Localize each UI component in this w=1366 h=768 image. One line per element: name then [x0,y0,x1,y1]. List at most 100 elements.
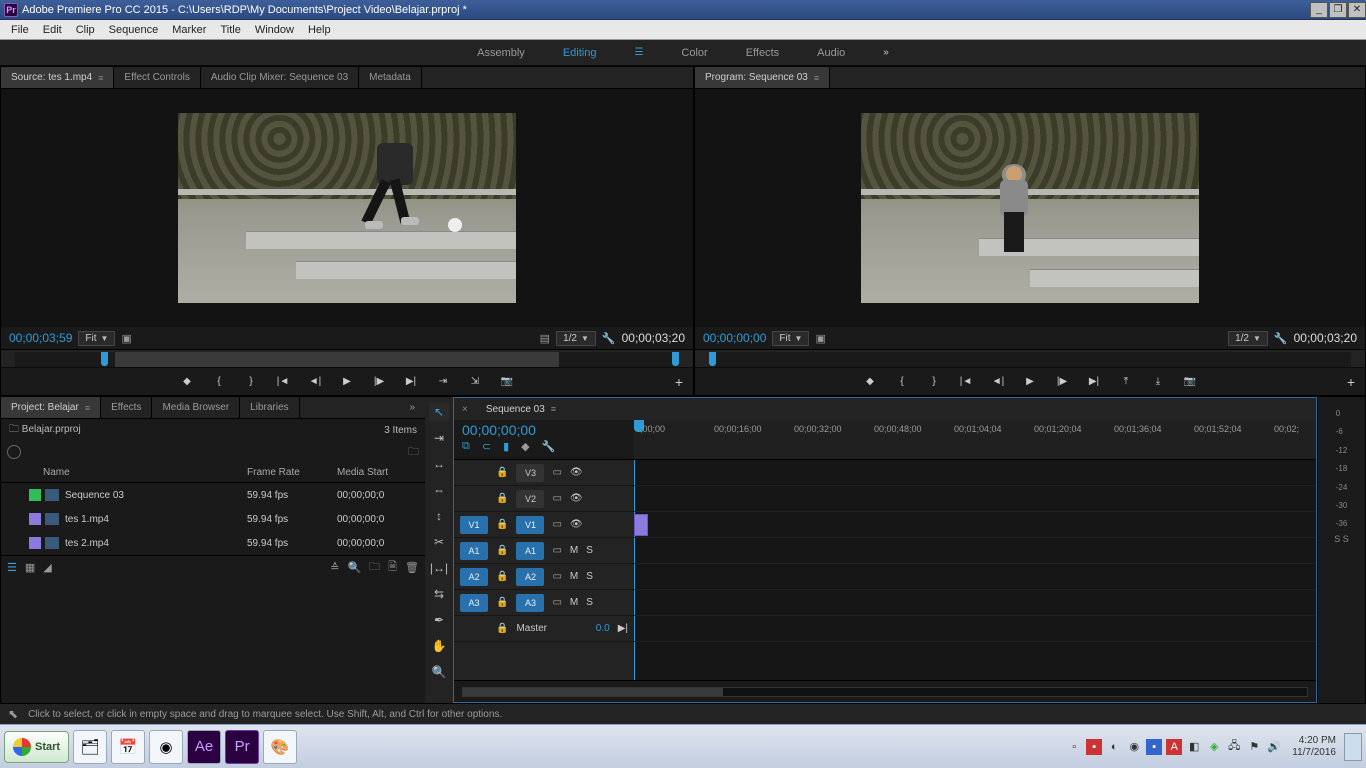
play-button[interactable]: ▶ [338,374,356,390]
go-in-button[interactable]: |◄ [274,374,292,390]
track-v1[interactable]: V1 🔒 V1 ▭ 👁 [454,512,634,538]
export-frame-button[interactable]: 📷 [1181,374,1199,390]
workspace-menu-icon[interactable]: ☰ [632,43,645,62]
workspace-color[interactable]: Color [679,43,709,63]
sync-lock-icon[interactable]: ▭ [552,545,561,556]
mark-in-button[interactable]: { [210,374,228,390]
panel-menu-icon[interactable]: ≡ [98,73,103,83]
output-icon[interactable]: ▤ [540,332,550,345]
project-row[interactable]: Sequence 03 59.94 fps 00;00;00;0 [1,483,425,507]
mute-button[interactable]: M [570,571,578,582]
source-res-select[interactable]: 1/2▼ [556,331,596,346]
source-patch[interactable]: A1 [460,542,488,560]
workspace-effects[interactable]: Effects [744,43,781,63]
taskbar-paint-icon[interactable]: 🎨 [263,730,297,764]
track-a3[interactable]: A3🔒A3▭MS [454,590,634,616]
track-v3[interactable]: 🔒V3▭👁 [454,460,634,486]
start-button[interactable]: Start [4,731,69,763]
track-label[interactable]: A1 [516,542,544,560]
marker-icon[interactable]: ◆ [521,440,529,453]
eye-icon[interactable]: 👁 [570,519,583,530]
tab-metadata[interactable]: Metadata [359,67,422,88]
razor-tool[interactable]: ✂ [429,533,449,551]
new-bin-icon[interactable]: 🗀 [369,558,380,577]
settings-icon[interactable]: 🔧 [602,332,616,345]
tab-sequence[interactable]: Sequence 03≡ [476,398,566,420]
settings-icon[interactable]: 🔧 [1274,332,1288,345]
sync-lock-icon[interactable]: ▭ [552,493,561,504]
export-frame-button[interactable]: 📷 [498,374,516,390]
sync-lock-icon[interactable]: ▭ [552,571,561,582]
program-res-select[interactable]: 1/2▼ [1228,331,1268,346]
tab-audio-mixer[interactable]: Audio Clip Mixer: Sequence 03 [201,67,359,88]
solo-button[interactable]: S [586,597,593,608]
button-editor-icon[interactable]: + [1347,374,1355,390]
icon-view-icon[interactable]: ▦ [25,561,35,574]
delete-icon[interactable]: 🗑 [405,561,419,574]
tab-source[interactable]: Source: tes 1.mp4≡ [1,67,114,88]
lift-button[interactable]: ⤒ [1117,374,1135,390]
menu-marker[interactable]: Marker [165,24,213,36]
menu-window[interactable]: Window [248,24,301,36]
tab-program[interactable]: Program: Sequence 03≡ [695,67,830,88]
taskbar-aftereffects-icon[interactable]: Ae [187,730,221,764]
program-zoom-select[interactable]: Fit▼ [772,331,809,346]
solo-button[interactable]: S [586,545,593,556]
panel-overflow-icon[interactable]: » [399,397,425,418]
add-marker-icon[interactable]: ▮ [503,440,509,453]
go-out-button[interactable]: ▶| [1085,374,1103,390]
track-label[interactable]: V1 [516,516,544,534]
lock-icon[interactable]: 🔒 [496,519,508,530]
master-volume[interactable]: 0.0 [596,623,610,634]
zoom-tool[interactable]: 🔍 [429,663,449,681]
lock-icon[interactable]: 🔒 [496,545,508,556]
workspace-audio[interactable]: Audio [815,43,847,63]
timeline-timecode[interactable]: 00;00;00;00 [462,422,626,438]
menu-edit[interactable]: Edit [36,24,69,36]
selection-tool[interactable]: ↖ [429,403,449,421]
play-button[interactable]: ▶ [1021,374,1039,390]
track-master[interactable]: 🔒Master0.0▶| [454,616,634,642]
source-patch[interactable]: A3 [460,594,488,612]
ripple-edit-tool[interactable]: ↔ [429,455,449,473]
mark-in-button[interactable]: { [893,374,911,390]
tray-icon[interactable]: ▫ [1066,739,1082,755]
slide-tool[interactable]: ⇆ [429,585,449,603]
taskbar-chrome-icon[interactable]: ◉ [149,730,183,764]
program-timecode-left[interactable]: 00;00;00;00 [703,331,766,345]
menu-clip[interactable]: Clip [69,24,102,36]
track-a2[interactable]: A2🔒A2▭MS [454,564,634,590]
track-label[interactable]: A2 [516,568,544,586]
overwrite-button[interactable]: ⇲ [466,374,484,390]
menu-help[interactable]: Help [301,24,338,36]
workspace-assembly[interactable]: Assembly [475,43,527,63]
insert-button[interactable]: ⇥ [434,374,452,390]
project-row[interactable]: tes 2.mp4 59.94 fps 00;00;00;0 [1,531,425,555]
lock-icon[interactable]: 🔒 [496,623,508,634]
zoom-slider[interactable]: ◢ [43,561,51,574]
lock-icon[interactable]: 🔒 [496,597,508,608]
track-label[interactable]: V2 [516,490,544,508]
maximize-button[interactable]: ❐ [1329,2,1347,18]
tray-icon[interactable]: ▪ [1086,739,1102,755]
snap-icon[interactable]: ⧉ [462,440,470,453]
safe-margins-icon[interactable]: ▣ [815,332,825,345]
mute-button[interactable]: M [570,597,578,608]
timeline-settings-icon[interactable]: 🔧 [542,440,556,453]
minimize-button[interactable]: _ [1310,2,1328,18]
panel-menu-icon[interactable]: ≡ [85,403,90,413]
taskbar-explorer-icon[interactable]: 🗂 [73,730,107,764]
sync-lock-icon[interactable]: ▭ [552,519,561,530]
search-icon[interactable] [7,445,21,459]
taskbar-clock[interactable]: 4:20 PM 11/7/2016 [1292,735,1336,758]
menu-file[interactable]: File [4,24,36,36]
safe-margins-icon[interactable]: ▣ [121,332,131,345]
slip-tool[interactable]: |↔| [429,559,449,577]
rate-stretch-tool[interactable]: ↕ [429,507,449,525]
source-patch[interactable]: V1 [460,516,488,534]
close-button[interactable]: ✕ [1348,2,1366,18]
lock-icon[interactable]: 🔒 [496,493,508,504]
project-row[interactable]: tes 1.mp4 59.94 fps 00;00;00;0 [1,507,425,531]
go-in-button[interactable]: |◄ [957,374,975,390]
program-ruler[interactable] [695,349,1365,367]
